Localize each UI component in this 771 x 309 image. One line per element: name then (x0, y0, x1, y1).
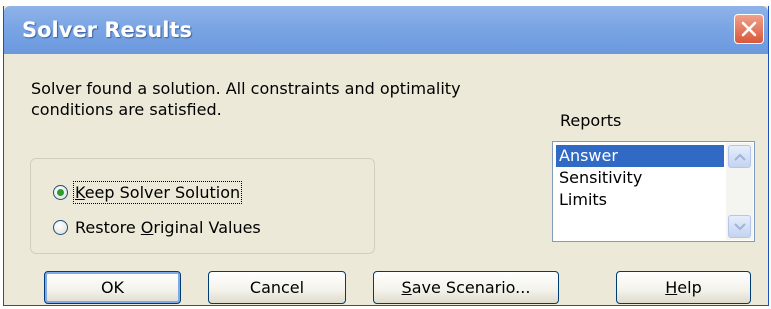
status-message: Solver found a solution. All constraints… (31, 78, 551, 120)
scroll-down-button[interactable] (728, 215, 751, 238)
save-scenario-button[interactable]: Save Scenario... (373, 271, 559, 304)
reports-label: Reports (560, 111, 622, 130)
restore-values-radio[interactable] (53, 219, 68, 235)
reports-scrollbar[interactable] (726, 143, 753, 240)
restore-values-option[interactable]: Restore Original Values (53, 216, 261, 238)
scroll-up-button[interactable] (728, 145, 751, 168)
help-button[interactable]: Help (616, 271, 751, 304)
chevron-down-icon (733, 222, 746, 230)
dialog-title: Solver Results (22, 18, 192, 42)
status-message-line-2: conditions are satisfied. (31, 100, 222, 119)
report-item-limits[interactable]: Limits (556, 189, 724, 211)
report-item-sensitivity[interactable]: Sensitivity (556, 167, 724, 189)
close-button[interactable] (734, 14, 764, 44)
restore-values-label: Restore Original Values (75, 217, 261, 237)
cancel-button[interactable]: Cancel (208, 271, 346, 304)
title-bar[interactable]: Solver Results (4, 6, 768, 54)
close-icon (741, 21, 757, 37)
solver-results-dialog: Solver Results Solver found a solution. … (3, 6, 769, 306)
ok-button[interactable]: OK (44, 271, 181, 304)
status-message-line-1: Solver found a solution. All constraints… (31, 79, 461, 98)
chevron-up-icon (733, 153, 746, 161)
keep-solution-option[interactable]: Keep Solver Solution (53, 180, 243, 204)
report-item-answer[interactable]: Answer (556, 145, 724, 167)
solution-options-group: Keep Solver Solution Restore Original Va… (30, 158, 375, 254)
keep-solution-radio[interactable] (53, 184, 68, 200)
reports-listbox[interactable]: Answer Sensitivity Limits (552, 141, 755, 242)
keep-solution-label: Keep Solver Solution (72, 180, 243, 204)
